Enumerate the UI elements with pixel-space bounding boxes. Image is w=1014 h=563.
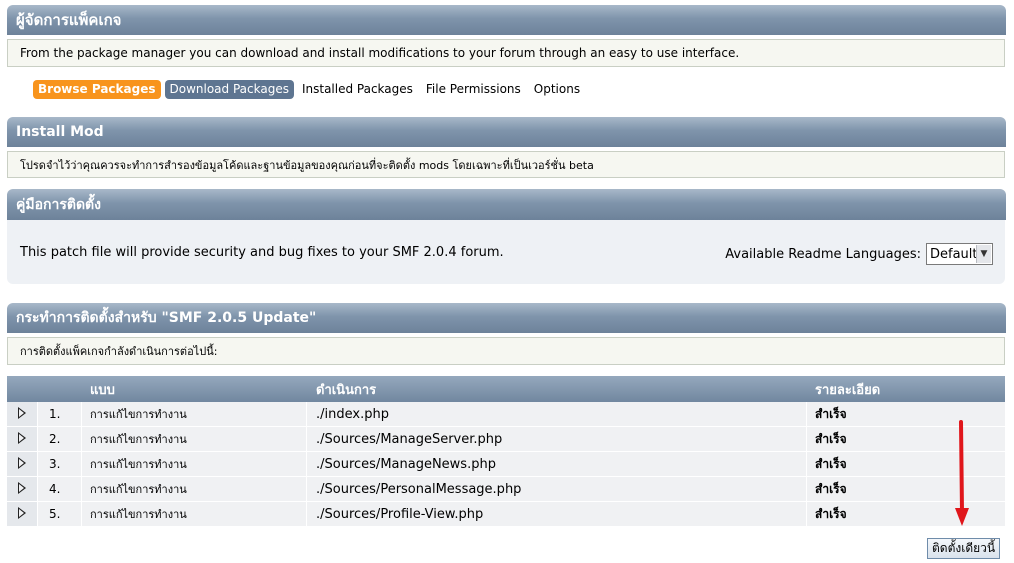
triangle-right-icon[interactable] [18, 456, 26, 469]
actions-header: กระทำการติดตั้งสำหรับ "SMF 2.0.5 Update" [7, 303, 1006, 333]
backup-notice-text: โปรดจำไว้ว่าคุณควรจะทำการสำรองข้อมูลโค้ด… [20, 158, 594, 172]
backup-notice-box: โปรดจำไว้ว่าคุณควรจะทำการสำรองข้อมูลโค้ด… [7, 151, 1005, 178]
actions-subtitle: การติดตั้งแพ็คเกจกำลังดำเนินการต่อไปนี้: [20, 345, 218, 358]
row-status: สำเร็จ [807, 402, 1005, 427]
install-now-label: ติดตั้งเดียวนี้ [932, 541, 996, 555]
header-cell-type: แบบ [90, 382, 115, 398]
row-action: ./Sources/PersonalMessage.php [307, 477, 807, 502]
row-num: 5. [38, 502, 82, 527]
actions-title: กระทำการติดตั้งสำหรับ "SMF 2.0.5 Update" [16, 310, 317, 326]
row-status: สำเร็จ [807, 502, 1005, 527]
triangle-right-icon[interactable] [18, 481, 26, 494]
row-status: สำเร็จ [807, 477, 1005, 502]
package-manager-header: ผู้จัดการแพ็คเกจ [7, 5, 1006, 35]
readme-language-value: Default [930, 246, 978, 262]
tab-browse-packages[interactable]: Browse Packages [33, 79, 161, 99]
tab-file-permissions[interactable]: File Permissions [422, 80, 525, 99]
row-expand-cell[interactable] [7, 402, 38, 427]
row-status: สำเร็จ [807, 427, 1005, 452]
table-row: 1. การแก้ไขการทำงาน ./index.php สำเร็จ [7, 402, 1005, 427]
intro-box: From the package manager you can downloa… [7, 39, 1005, 67]
triangle-right-icon[interactable] [18, 506, 26, 519]
readme-languages-label: Available Readme Languages: [725, 247, 921, 262]
row-type: การแก้ไขการทำงาน [82, 477, 307, 502]
install-mod-title: Install Mod [16, 124, 104, 140]
table-row: 4. การแก้ไขการทำงาน ./Sources/PersonalMe… [7, 477, 1005, 502]
row-type: การแก้ไขการทำงาน [82, 427, 307, 452]
header-cell-expand [7, 376, 38, 402]
row-status: สำเร็จ [807, 452, 1005, 477]
table-row: 5. การแก้ไขการทำงาน ./Sources/Profile-Vi… [7, 502, 1005, 527]
readme-language-select[interactable]: Default ▼ [926, 243, 993, 265]
install-now-button[interactable]: ติดตั้งเดียวนี้ [927, 538, 1001, 559]
triangle-right-icon[interactable] [18, 406, 26, 419]
table-row: 3. การแก้ไขการทำงาน ./Sources/ManageNews… [7, 452, 1005, 477]
header-cell-action: ดำเนินการ [316, 382, 377, 398]
row-num: 4. [38, 477, 82, 502]
actions-table: แบบ ดำเนินการ รายละเอียด 1. การแก้ไขการท… [7, 376, 1005, 527]
intro-text: From the package manager you can downloa… [20, 46, 740, 60]
row-action: ./index.php [307, 402, 807, 427]
page-title: ผู้จัดการแพ็คเกจ [16, 11, 122, 29]
tab-label: Download Packages [169, 82, 289, 96]
row-num: 3. [38, 452, 82, 477]
row-expand-cell[interactable] [7, 477, 38, 502]
readme-header: คู่มือการติดตั้ง [7, 189, 1006, 220]
table-row: 2. การแก้ไขการทำงาน ./Sources/ManageServ… [7, 427, 1005, 452]
row-type: การแก้ไขการทำงาน [82, 452, 307, 477]
tab-label: Browse Packages [38, 82, 156, 96]
actions-subtitle-box: การติดตั้งแพ็คเกจกำลังดำเนินการต่อไปนี้: [7, 337, 1005, 365]
tab-options[interactable]: Options [530, 80, 584, 99]
triangle-right-icon[interactable] [18, 431, 26, 444]
row-expand-cell[interactable] [7, 502, 38, 527]
readme-title: คู่มือการติดตั้ง [16, 196, 101, 213]
table-header-row: แบบ ดำเนินการ รายละเอียด [7, 376, 1005, 402]
tab-label: File Permissions [425, 82, 521, 96]
tab-download-packages[interactable]: Download Packages [164, 79, 294, 99]
install-mod-header: Install Mod [7, 117, 1006, 147]
row-action: ./Sources/ManageServer.php [307, 427, 807, 452]
red-arrow-annotation [955, 420, 969, 526]
row-action: ./Sources/ManageNews.php [307, 452, 807, 477]
tab-installed-packages[interactable]: Installed Packages [298, 80, 417, 99]
chevron-down-icon[interactable]: ▼ [976, 245, 991, 263]
row-expand-cell[interactable] [7, 452, 38, 477]
row-expand-cell[interactable] [7, 427, 38, 452]
header-cell-details: รายละเอียด [815, 382, 881, 398]
package-tabs: Browse Packages Download Packages Instal… [33, 79, 589, 99]
tab-label: Installed Packages [301, 82, 413, 96]
header-cell-num [38, 376, 82, 402]
row-type: การแก้ไขการทำงาน [82, 502, 307, 527]
row-type: การแก้ไขการทำงาน [82, 402, 307, 427]
tab-label: Options [533, 82, 581, 96]
row-num: 2. [38, 427, 82, 452]
readme-box: This patch file will provide security an… [7, 220, 1005, 284]
row-num: 1. [38, 402, 82, 427]
row-action: ./Sources/Profile-View.php [307, 502, 807, 527]
readme-text: This patch file will provide security an… [20, 245, 504, 260]
